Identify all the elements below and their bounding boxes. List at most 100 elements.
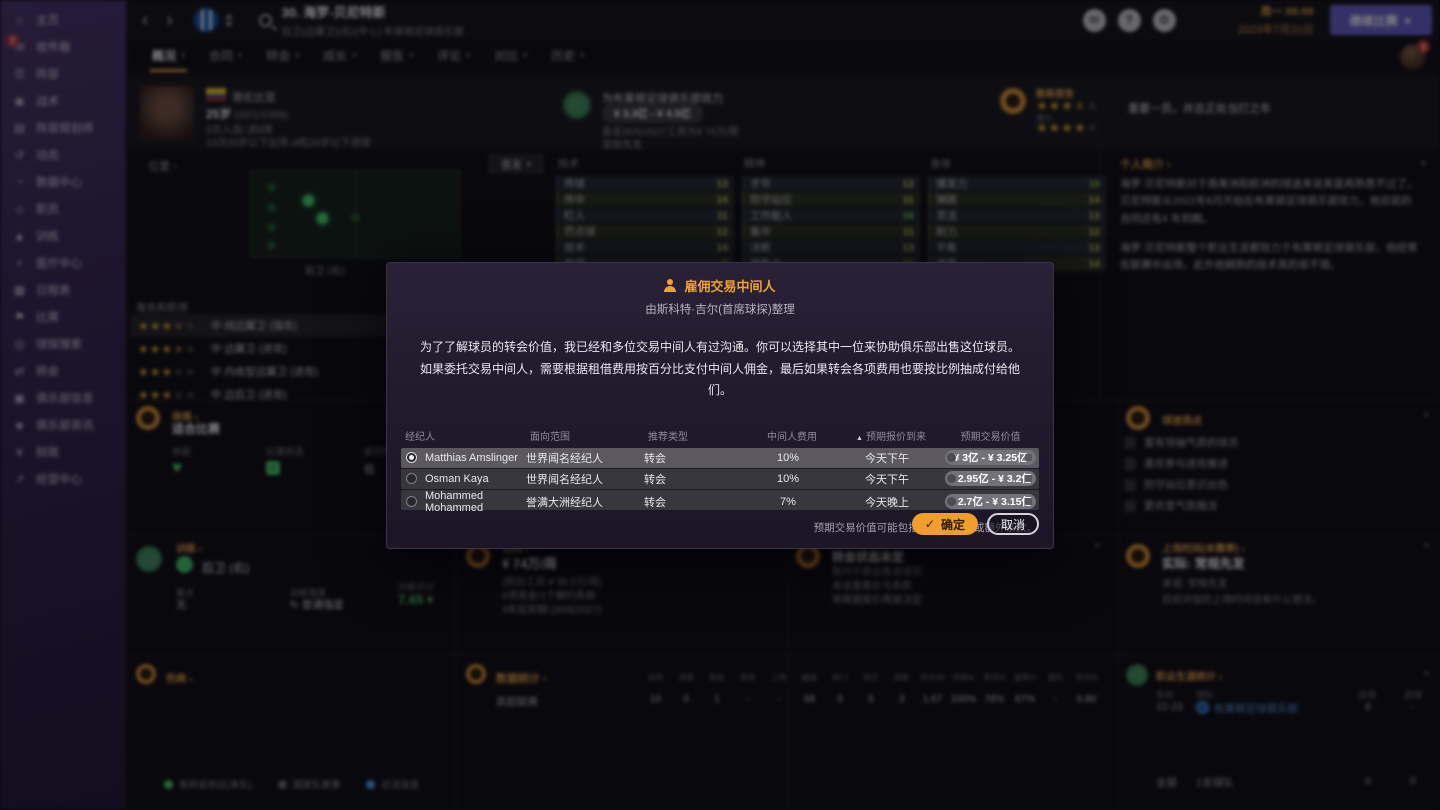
col-value[interactable]: 预期交易价值	[946, 428, 1035, 443]
attributes-technical: 技术 传球 13 传中 14 盯人 11 罚点球 12 技术 14	[556, 156, 734, 272]
col-fee[interactable]: 中间人费用	[748, 428, 836, 443]
stats-column-header: 传球%	[948, 672, 979, 683]
sidebar-item[interactable]: ⌂ 主页	[0, 6, 126, 33]
tab[interactable]: 历史 ▾	[539, 39, 596, 74]
help-icon[interactable]: ?	[1118, 9, 1141, 32]
role-row[interactable]: ★★★★★ 中 边后卫 (进攻)	[130, 383, 396, 406]
confirm-button[interactable]: ✓ 确定	[912, 513, 978, 535]
club-badge-icon[interactable]	[193, 7, 219, 33]
sidebar-item-label: 动态	[36, 147, 59, 163]
col-agent[interactable]: 经纪人	[405, 428, 530, 443]
training-position-dot	[176, 556, 193, 573]
position-pitch	[250, 170, 460, 258]
stats-column-header: 平均分	[1071, 672, 1102, 683]
player-subtitle: 后卫(边翼卫)(右)(中-L)·布莱顿足球俱乐部	[282, 23, 464, 38]
manager-avatar[interactable]: 1	[1400, 44, 1426, 70]
career-col-team: 球队	[1196, 688, 1214, 701]
radio-button[interactable]	[406, 496, 417, 507]
chevron-down-icon: ▾	[523, 51, 527, 60]
agent-fee: 10%	[744, 452, 832, 464]
tab[interactable]: 概况 ▾	[140, 39, 197, 74]
roles-list: ★★★★★ 中 纯边翼卫 (强攻) ★★★★★ 中 边翼卫 (进攻) ★★★★★…	[130, 314, 396, 406]
training-rating-value[interactable]: 7.65 ▾	[398, 592, 433, 608]
tab[interactable]: 评论 ▾	[425, 39, 482, 74]
sidebar-item[interactable]: ↺ 动态	[0, 141, 126, 168]
chevron-down-icon: ▾	[181, 51, 185, 60]
intermediary-row[interactable]: Mohammed Mohammed 誉满大洲经纪人 转会 7% 今天晚上 ¥ 2…	[401, 490, 1039, 510]
tab[interactable]: 报告 ▾	[368, 39, 425, 74]
prev-next-player-stepper[interactable]	[225, 14, 233, 27]
role-row[interactable]: ★★★★★ 中 内收型边翼卫 (进攻)	[130, 360, 396, 383]
search-bar[interactable]: 30. 海罗-贝尼特斯 后卫(边翼卫)(右)(中-L)·布莱顿足球俱乐部	[259, 2, 1079, 38]
sidebar-item-icon: +	[12, 256, 27, 270]
sidebar-item[interactable]: + 医疗中心	[0, 249, 126, 276]
sidebar-item[interactable]: ⇄ 转会	[0, 357, 126, 384]
col-type[interactable]: 推荐类型	[648, 428, 748, 443]
agent-name: Matthias Amslinger	[425, 452, 518, 464]
sidebar-item[interactable]: ▦ 日程表	[0, 276, 126, 303]
collapse-icon[interactable]: ▾	[1421, 158, 1426, 169]
nav-forward-icon[interactable]: ›	[166, 11, 172, 30]
topbar: ‹ › 30. 海罗-贝尼特斯 后卫(边翼卫)(右)(中-L)·布莱顿足球俱乐部…	[126, 0, 1440, 40]
agent-scope: 世界闻名经纪人	[526, 450, 644, 466]
fanview-item-label: 防守站位意识出色	[1144, 477, 1228, 492]
sidebar-item[interactable]: 7 ✉ 收件箱	[0, 33, 126, 60]
collapse-icon[interactable]: ▾	[1424, 540, 1429, 551]
sidebar-item[interactable]: ▤ 阵容规划师	[0, 114, 126, 141]
sidebar-item[interactable]: ◎ 球探搜索	[0, 330, 126, 357]
intermediary-row[interactable]: Matthias Amslinger 世界闻名经纪人 转会 10% 今天下午 ¥…	[401, 448, 1039, 468]
settings-icon[interactable]: ⚙	[1153, 9, 1176, 32]
collapse-icon[interactable]: ▾	[1095, 540, 1100, 551]
sidebar-item[interactable]: ◈ 俱乐部资讯	[0, 411, 126, 438]
tab-label: 历史	[551, 47, 575, 64]
attribute-name: 技术	[564, 240, 585, 255]
agent-scope: 世界闻名经纪人	[526, 471, 644, 487]
collapse-icon[interactable]: ▾	[1424, 410, 1429, 421]
nationality-label: 哥伦比亚	[232, 89, 276, 105]
intermediary-row[interactable]: Osman Kaya 世界闻名经纪人 转会 10% 今天下午 ¥ 2.95亿 -…	[401, 469, 1039, 489]
tab[interactable]: 转会 ▾	[254, 39, 311, 74]
sidebar-item[interactable]: ▣ 俱乐部信息	[0, 384, 126, 411]
chevron-down-icon: ▾	[238, 51, 242, 60]
attributes-mental: 精神 才华 12 防守站位 11 工作能人 16 集中 11 决断 13	[742, 156, 920, 272]
position-dropdown[interactable]: 首发▾	[488, 154, 544, 174]
sidebar-item[interactable]: ☰ 阵容	[0, 60, 126, 87]
col-scope[interactable]: 面向范围	[530, 428, 648, 443]
attribute-name: 工作能人	[750, 208, 792, 223]
sidebar-item[interactable]: ⚑ 比赛	[0, 303, 126, 330]
tab[interactable]: 合同 ▾	[197, 39, 254, 74]
profile-text: 海罗·贝尼特斯对于南美洲和欧洲的球迷来说真是再熟悉不过了。贝尼特斯从2022年8…	[1120, 176, 1422, 275]
sidebar-item-icon: ◉	[12, 94, 27, 108]
sidebar-item[interactable]: ◉ 战术	[0, 87, 126, 114]
attribute-name: 罚点球	[564, 224, 596, 239]
attribute-value: 14	[1088, 194, 1100, 206]
col-arrival[interactable]: ▲预期报价到来	[836, 428, 946, 443]
collapse-icon[interactable]: ▾	[1424, 668, 1429, 679]
radio-button[interactable]	[406, 452, 417, 463]
sidebar-item[interactable]: ↗ 经营中心	[0, 465, 126, 492]
attribute-row: 灵活 13	[928, 208, 1106, 223]
deal-type: 转会	[644, 494, 744, 510]
nav-back-icon[interactable]: ‹	[142, 11, 148, 30]
role-row[interactable]: ★★★★★ 中 纯边翼卫 (强攻)	[130, 314, 396, 337]
agent-scope: 誉满大洲经纪人	[526, 494, 644, 510]
continue-button[interactable]: 继续比赛▸	[1330, 5, 1432, 35]
role-row[interactable]: ★★★★★ 中 边翼卫 (进攻)	[130, 337, 396, 360]
attribute-row: 才华 12	[742, 176, 920, 191]
attribute-name: 集中	[750, 224, 771, 239]
radio-button[interactable]	[406, 473, 417, 484]
sidebar-item[interactable]: ◔ 数据中心	[0, 168, 126, 195]
injury-panel-header: 伤病 ›	[166, 670, 192, 685]
career-row-team[interactable]: 布莱顿足球俱乐部	[1214, 701, 1298, 716]
tab-label: 转会	[266, 47, 290, 64]
sidebar-item-label: 数据中心	[36, 174, 82, 190]
sidebar-item[interactable]: ▲ 训练	[0, 222, 126, 249]
sidebar-item[interactable]: ¥ 财政	[0, 438, 126, 465]
stats-column-header: 触球	[794, 672, 825, 683]
game-date-full: 2023年7月31日	[1194, 21, 1314, 37]
cancel-button[interactable]: 取消	[987, 513, 1039, 535]
tab[interactable]: 成长 ▾	[311, 39, 368, 74]
tab[interactable]: 对比 ▾	[482, 39, 539, 74]
sidebar-item[interactable]: ☺ 职员	[0, 195, 126, 222]
mail-icon[interactable]: ✉	[1083, 9, 1106, 32]
